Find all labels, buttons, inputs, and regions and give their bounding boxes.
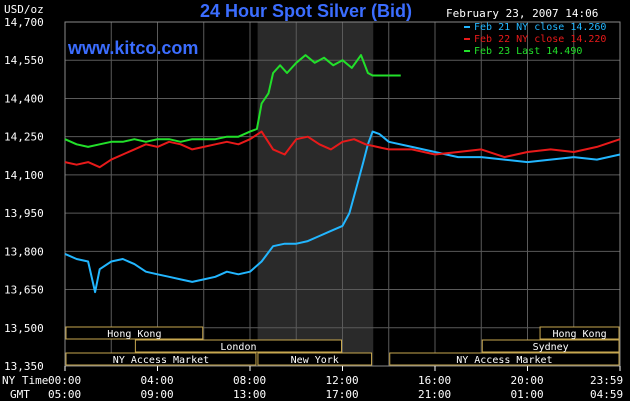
- legend-item-feb21: Feb 21 NY close 14.260: [464, 22, 606, 34]
- y-tick-label: 13,500: [4, 322, 44, 335]
- y-tick-label: 14,550: [4, 54, 44, 67]
- y-tick-label: 13,950: [4, 207, 44, 220]
- y-tick-label: 13,650: [4, 284, 44, 297]
- y-tick-label: 14,250: [4, 131, 44, 144]
- market-session-label: Hong Kong: [552, 329, 606, 340]
- market-session-label: Hong Kong: [107, 329, 161, 340]
- legend-swatch: [464, 38, 470, 40]
- legend-item-feb23: Feb 23 Last 14.490: [464, 46, 606, 58]
- y-tick-label: 13,350: [4, 360, 44, 373]
- gmt-tick-label: 09:00: [140, 388, 174, 401]
- ny-time-tick-label: 08:00: [233, 374, 267, 387]
- y-tick-label: 14,400: [4, 92, 44, 105]
- legend-label: Feb 23 Last 14.490: [474, 46, 583, 57]
- new-york-session-band: [257, 22, 374, 366]
- market-session-label: NY Access Market: [456, 355, 552, 366]
- ny-time-tick-label: 23:59: [590, 374, 624, 387]
- ny-time-tick-label: 12:00: [325, 374, 359, 387]
- gmt-tick-label: 21:00: [418, 388, 452, 401]
- ny-time-tick-label: 00:00: [48, 374, 82, 387]
- gmt-tick-label: 13:00: [233, 388, 267, 401]
- market-session-label: NY Access Market: [113, 355, 209, 366]
- gmt-tick-label: 05:00: [48, 388, 82, 401]
- legend-item-feb22: Feb 22 NY close 14.220: [464, 34, 606, 46]
- ny-time-label: NY Time: [2, 374, 49, 387]
- legend-swatch: [464, 50, 470, 52]
- timestamp: February 23, 2007 14:06: [446, 7, 599, 20]
- brand-watermark: www.kitco.com: [68, 38, 199, 58]
- y-tick-label: 14,100: [4, 169, 44, 182]
- y-axis-unit: USD/oz: [4, 3, 44, 16]
- ny-time-tick-label: 04:00: [140, 374, 174, 387]
- legend: Feb 21 NY close 14.260 Feb 22 NY close 1…: [464, 22, 606, 58]
- y-tick-label: 13,800: [4, 245, 44, 258]
- silver-price-chart: 13,350 13,500 13,650 13,800 13,950 14,100 14,2…: [0, 0, 630, 400]
- legend-label: Feb 22 NY close 14.220: [474, 34, 607, 45]
- gmt-tick-label: 17:00: [325, 388, 359, 401]
- market-session-label: New York: [291, 355, 339, 366]
- gmt-tick-label: 04:59: [590, 388, 624, 401]
- gmt-label: GMT: [10, 388, 30, 401]
- ny-time-tick-label: 20:00: [510, 374, 544, 387]
- ny-time-tick-label: 16:00: [418, 374, 452, 387]
- chart-title: 24 Hour Spot Silver (Bid): [200, 1, 413, 21]
- market-session-label: Sydney: [533, 342, 569, 353]
- legend-swatch: [464, 26, 470, 28]
- gmt-tick-label: 01:00: [510, 388, 544, 401]
- market-session-label: London: [220, 342, 256, 353]
- legend-label: Feb 21 NY close 14.260: [474, 22, 607, 33]
